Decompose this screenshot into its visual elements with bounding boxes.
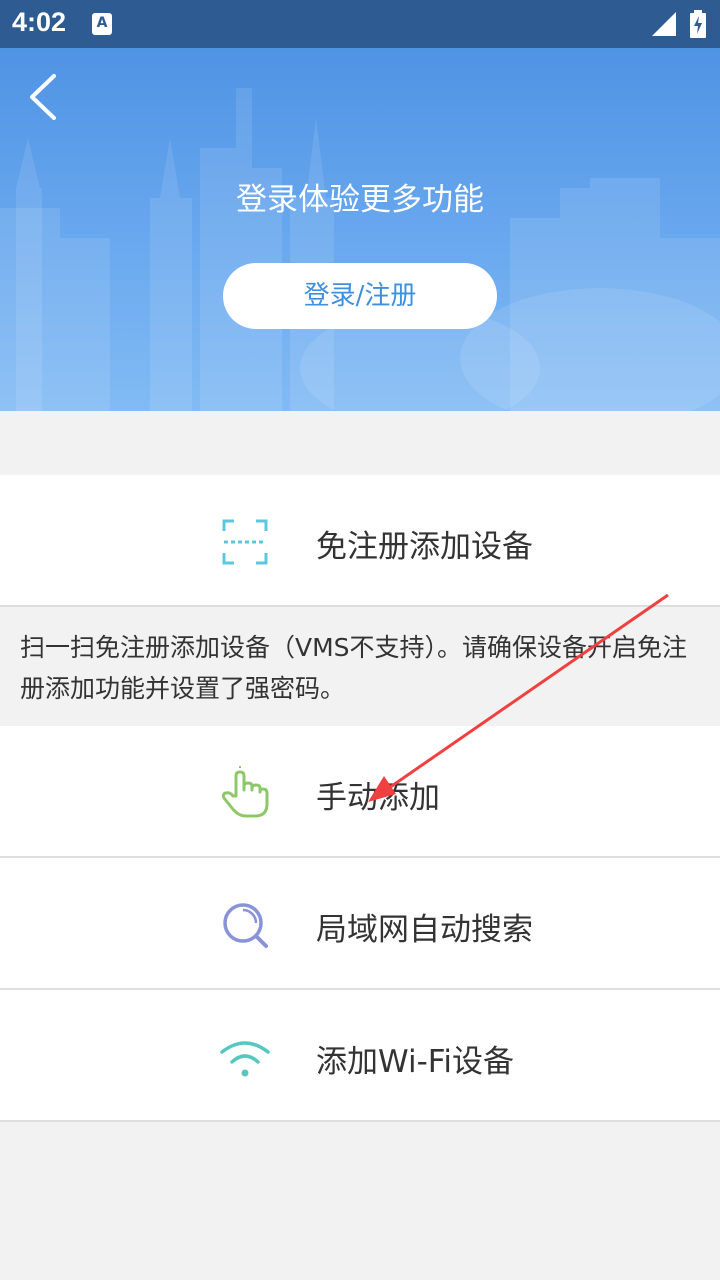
header-title: 登录体验更多功能 (236, 182, 484, 218)
notification-a-icon: A (92, 13, 112, 35)
scan-description-text: 扫一扫免注册添加设备（VMS不支持）。请确保设备开启免注册添加功能并设置了强密码… (20, 633, 688, 703)
option-register-free-add[interactable]: 免注册添加设备 (0, 475, 720, 607)
status-bar: 4:02 A (0, 0, 720, 48)
option-label: 局域网自动搜索 (316, 912, 533, 948)
scan-frame-icon (222, 519, 268, 565)
hand-pointer-icon (221, 766, 269, 818)
cell-signal-icon (652, 12, 676, 36)
city-skyline-illustration (0, 88, 720, 411)
option-wifi-add[interactable]: 添加Wi-Fi设备 (0, 990, 720, 1122)
option-lan-search[interactable]: 局域网自动搜索 (0, 858, 720, 990)
status-time: 4:02 (12, 7, 67, 37)
scan-description-box: 扫一扫免注册添加设备（VMS不支持）。请确保设备开启免注册添加功能并设置了强密码… (0, 607, 720, 725)
option-label: 手动添加 (316, 780, 440, 816)
login-register-button[interactable]: 登录/注册 (223, 263, 497, 329)
back-button[interactable] (22, 70, 66, 124)
option-label: 免注册添加设备 (316, 529, 533, 565)
battery-charging-icon (690, 10, 706, 38)
search-icon (223, 903, 268, 948)
option-label: 添加Wi-Fi设备 (316, 1044, 514, 1080)
login-header: 登录体验更多功能 登录/注册 (0, 48, 720, 411)
wifi-icon (220, 1041, 270, 1077)
option-manual-add[interactable]: 手动添加 (0, 726, 720, 858)
